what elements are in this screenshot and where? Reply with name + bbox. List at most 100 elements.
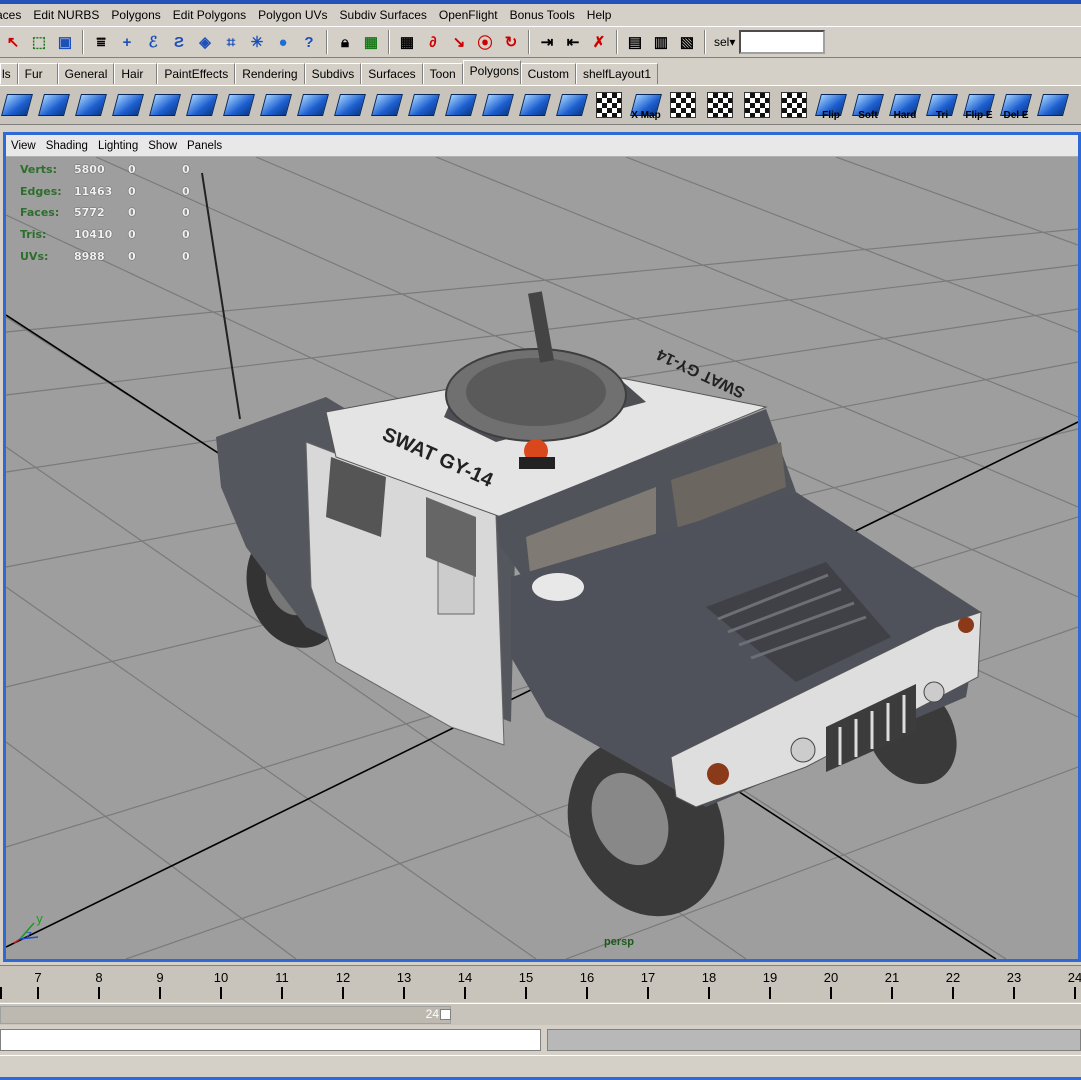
- perspective-viewport[interactable]: View Shading Lighting Show Panels SWAT G…: [3, 132, 1081, 962]
- toolbar-separator: [82, 30, 84, 54]
- hud-label: Tris:: [20, 228, 47, 242]
- shelf-button[interactable]: [740, 88, 774, 122]
- output-icon[interactable]: ⇤: [561, 30, 585, 54]
- frame-tick: [586, 987, 588, 999]
- quick-select-field[interactable]: [739, 30, 826, 54]
- shelf-button[interactable]: [111, 88, 145, 122]
- select-icon[interactable]: ↖: [1, 30, 25, 54]
- shelf-button[interactable]: [666, 88, 700, 122]
- shelf-button[interactable]: [592, 88, 626, 122]
- shelf-button[interactable]: [1036, 88, 1070, 122]
- shelf-button[interactable]: [74, 88, 108, 122]
- shelf-button[interactable]: [148, 88, 182, 122]
- snap-surface-icon[interactable]: ◈: [193, 30, 217, 54]
- viewport-menu-lighting[interactable]: Lighting: [93, 140, 143, 152]
- tab-general[interactable]: General: [57, 63, 115, 84]
- viewport-menu-panels[interactable]: Panels: [182, 140, 227, 152]
- tab-surfaces[interactable]: Surfaces: [361, 63, 423, 84]
- shelf-button[interactable]: [407, 88, 441, 122]
- viewport-canvas[interactable]: SWAT GY-14 SWAT GY-14 Verts: 5800 0 0 Edges:…: [6, 157, 1078, 959]
- clapper-icon[interactable]: ▤: [623, 30, 647, 54]
- command-input[interactable]: [0, 1029, 541, 1051]
- sphere-icon[interactable]: ●: [271, 30, 295, 54]
- undo-icon[interactable]: ↻: [499, 30, 523, 54]
- menu-help[interactable]: Help: [581, 4, 618, 26]
- snap-point-icon[interactable]: +: [115, 30, 139, 54]
- shelf-button[interactable]: [333, 88, 367, 122]
- input-icon[interactable]: ⇥: [535, 30, 559, 54]
- tab-painteffects[interactable]: PaintEffects: [157, 63, 236, 84]
- range-handle[interactable]: [440, 1009, 451, 1020]
- range-slider[interactable]: 24: [0, 1003, 1081, 1025]
- menu-subdiv-surfaces[interactable]: Subdiv Surfaces: [334, 4, 433, 26]
- shelf-button[interactable]: Tri: [925, 88, 959, 122]
- tab-hair[interactable]: Hair: [114, 63, 158, 84]
- menu-edit-nurbs[interactable]: Edit NURBS: [27, 4, 105, 26]
- frame-tick: [1074, 987, 1076, 999]
- tab-polygons[interactable]: Polygons: [462, 60, 521, 84]
- snap-live-icon[interactable]: ✳: [245, 30, 269, 54]
- tab-rendering[interactable]: Rendering: [235, 63, 305, 84]
- tab-fur[interactable]: Fur: [17, 63, 58, 84]
- range-bar[interactable]: [0, 1006, 451, 1024]
- snap-view-icon[interactable]: Ƨ: [167, 30, 191, 54]
- shelf-button[interactable]: [703, 88, 737, 122]
- menu-polygon-uvs[interactable]: Polygon UVs: [252, 4, 333, 26]
- shelf-button[interactable]: Hard: [888, 88, 922, 122]
- shelf-button[interactable]: [444, 88, 478, 122]
- shelf-button[interactable]: [481, 88, 515, 122]
- tab-toon[interactable]: Toon: [422, 63, 463, 84]
- shelf-button[interactable]: [777, 88, 811, 122]
- paint-icon[interactable]: ▣: [53, 30, 77, 54]
- magnet-icon[interactable]: ∂: [421, 30, 445, 54]
- shelf-button[interactable]: [0, 88, 34, 122]
- shelf-button[interactable]: [185, 88, 219, 122]
- render-globals-icon[interactable]: ▧: [675, 30, 699, 54]
- shelf-button[interactable]: [370, 88, 404, 122]
- shelf-button-label: X Map: [631, 110, 661, 121]
- menu-bonus-tools[interactable]: Bonus Tools: [504, 4, 581, 26]
- lasso-icon[interactable]: ⬚: [27, 30, 51, 54]
- hud-label: Faces:: [20, 206, 60, 220]
- tab-subdivs[interactable]: Subdivs: [304, 63, 362, 84]
- shelf-button[interactable]: Flip: [814, 88, 848, 122]
- tab-ls[interactable]: ls: [0, 63, 18, 84]
- selection-mode-dropdown[interactable]: sel▾: [714, 35, 735, 49]
- shelf-button[interactable]: Del E: [999, 88, 1033, 122]
- shelf-button[interactable]: Flip E: [962, 88, 996, 122]
- tab-shelflayout1[interactable]: shelfLayout1: [575, 63, 659, 84]
- menu-polygons[interactable]: Polygons: [105, 4, 166, 26]
- shelf-button[interactable]: Soft: [851, 88, 885, 122]
- time-slider[interactable]: 7 8 9 10 11 12 13 14 15 16 17 18 19 20 21 22 23 24: [0, 965, 1081, 1002]
- history-icon[interactable]: ⦿: [473, 30, 497, 54]
- snap-plane-icon[interactable]: ⌗: [219, 30, 243, 54]
- shelf-button-label: Flip E: [965, 110, 993, 121]
- menu-faces[interactable]: aces: [0, 4, 27, 26]
- wedge-icon: [223, 94, 255, 116]
- viewport-menu-show[interactable]: Show: [143, 140, 182, 152]
- shelf-button[interactable]: [222, 88, 256, 122]
- shelf-button[interactable]: [259, 88, 293, 122]
- menu-openflight[interactable]: OpenFlight: [433, 4, 504, 26]
- tab-custom[interactable]: Custom: [520, 63, 576, 84]
- frame-tick: [281, 987, 283, 999]
- construction-icon[interactable]: ▦: [359, 30, 383, 54]
- shelf-button[interactable]: [296, 88, 330, 122]
- menu-edit-polygons[interactable]: Edit Polygons: [167, 4, 252, 26]
- help-icon[interactable]: ?: [297, 30, 321, 54]
- tool-icon[interactable]: ✗: [587, 30, 611, 54]
- snap-grid-icon[interactable]: ⩸: [89, 30, 113, 54]
- shelf-button[interactable]: [37, 88, 71, 122]
- lock-icon[interactable]: 🔒︎: [333, 30, 357, 54]
- wrench-icon[interactable]: ↘: [447, 30, 471, 54]
- viewport-menu-view[interactable]: View: [6, 140, 41, 152]
- shelf-button[interactable]: [555, 88, 589, 122]
- shelf-button[interactable]: X Map: [629, 88, 663, 122]
- toolbar-separator: [326, 30, 328, 54]
- ipr-icon[interactable]: ▥: [649, 30, 673, 54]
- shelf-button[interactable]: [518, 88, 552, 122]
- viewport-menu-shading[interactable]: Shading: [41, 140, 93, 152]
- grid-icon[interactable]: ▦: [395, 30, 419, 54]
- hud-label: UVs:: [20, 249, 49, 263]
- snap-curve-icon[interactable]: ℰ: [141, 30, 165, 54]
